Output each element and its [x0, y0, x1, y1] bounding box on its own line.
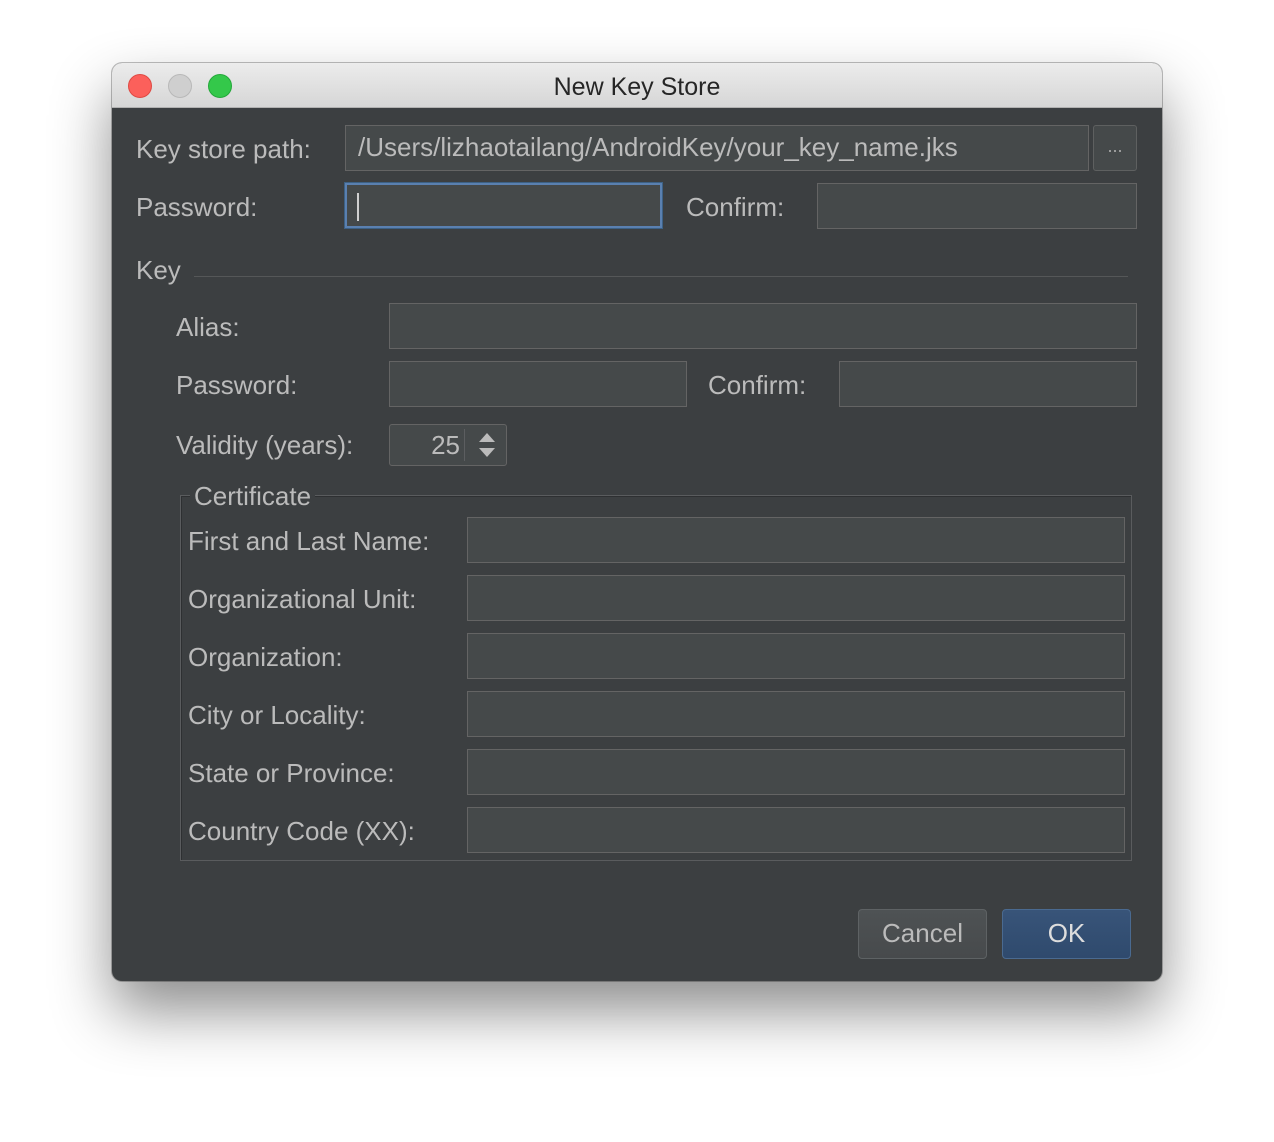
keystore-password-label: Password: — [136, 192, 258, 222]
first-last-name-label: First and Last Name: — [188, 526, 430, 556]
browse-button[interactable]: ... — [1093, 125, 1137, 171]
key-password-label: Password: — [176, 370, 298, 400]
key-section-separator — [194, 276, 1128, 277]
chevron-up-icon[interactable] — [479, 433, 495, 442]
ok-button[interactable]: OK — [1002, 909, 1131, 959]
spinner-divider — [464, 429, 465, 461]
key-section-label: Key — [136, 255, 181, 285]
key-store-path-input[interactable]: /Users/lizhaotailang/AndroidKey/your_key… — [345, 125, 1089, 171]
state-province-input[interactable] — [467, 749, 1125, 795]
keystore-confirm-input[interactable] — [817, 183, 1137, 229]
key-password-input[interactable] — [389, 361, 687, 407]
organization-input[interactable] — [467, 633, 1125, 679]
validity-label: Validity (years): — [176, 430, 354, 460]
chevron-down-icon[interactable] — [479, 448, 495, 457]
text-caret — [357, 193, 359, 221]
first-last-name-input[interactable] — [467, 517, 1125, 563]
state-province-label: State or Province: — [188, 758, 395, 788]
country-code-input[interactable] — [467, 807, 1125, 853]
keystore-password-input[interactable] — [345, 183, 662, 228]
close-traffic-light-icon[interactable] — [128, 74, 152, 98]
title-bar[interactable]: New Key Store — [112, 63, 1162, 108]
country-code-label: Country Code (XX): — [188, 816, 415, 846]
dialog-content: Key store path: /Users/lizhaotailang/And… — [112, 108, 1162, 981]
validity-value: 25 — [431, 430, 460, 460]
organization-label: Organization: — [188, 642, 343, 672]
city-locality-label: City or Locality: — [188, 700, 366, 730]
minimize-traffic-light-icon[interactable] — [168, 74, 192, 98]
alias-label: Alias: — [176, 312, 240, 342]
keystore-confirm-label: Confirm: — [686, 192, 785, 222]
cancel-button[interactable]: Cancel — [858, 909, 987, 959]
new-key-store-dialog: New Key Store Key store path: /Users/liz… — [112, 63, 1162, 981]
organizational-unit-input[interactable] — [467, 575, 1125, 621]
organizational-unit-label: Organizational Unit: — [188, 584, 417, 614]
certificate-legend: Certificate — [190, 481, 316, 511]
maximize-traffic-light-icon[interactable] — [208, 74, 232, 98]
city-locality-input[interactable] — [467, 691, 1125, 737]
window-title: New Key Store — [553, 73, 721, 101]
validity-spinner[interactable]: 25 — [389, 424, 507, 466]
alias-input[interactable] — [389, 303, 1137, 349]
key-confirm-input[interactable] — [839, 361, 1137, 407]
key-store-path-label: Key store path: — [136, 134, 311, 164]
key-confirm-label: Confirm: — [708, 370, 807, 400]
